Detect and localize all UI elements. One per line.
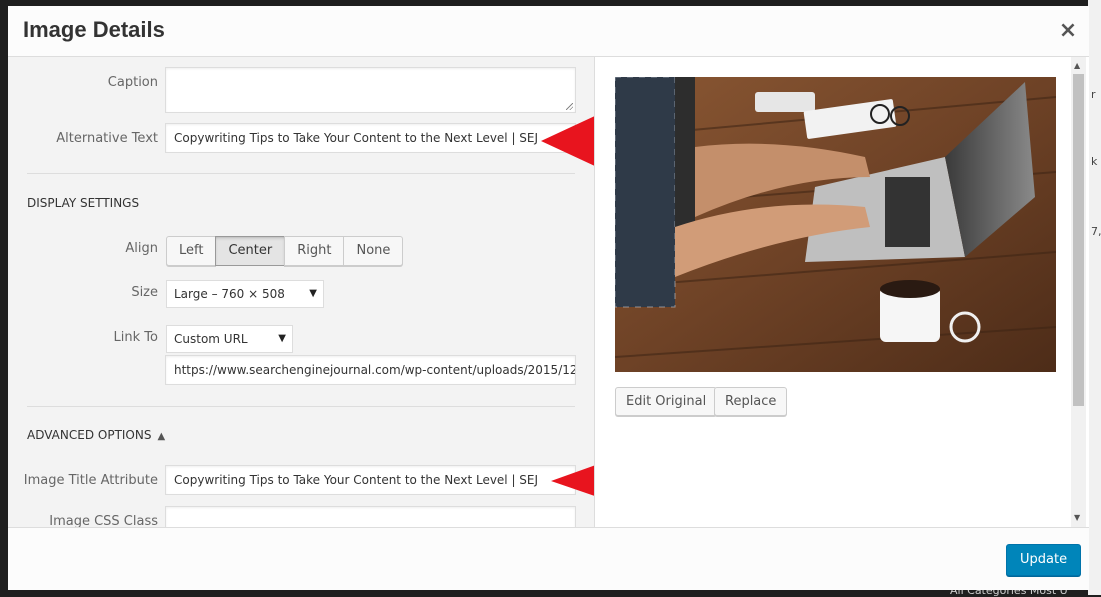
image-settings-pane: Caption Alternative Text Copywriting Tip… xyxy=(8,57,595,527)
size-select[interactable]: Large – 760 × 508 ▼ xyxy=(166,280,324,308)
link-url-input[interactable]: https://www.searchenginejournal.com/wp-c… xyxy=(165,355,576,385)
caption-label: Caption xyxy=(107,75,158,90)
background-text-fragment: r xyxy=(1091,88,1096,101)
advanced-options-toggle[interactable]: ADVANCED OPTIONS ▲ xyxy=(27,428,165,442)
image-css-class-input[interactable] xyxy=(165,506,576,527)
modal-footer: Update xyxy=(8,527,1089,590)
scrollbar-thumb[interactable] xyxy=(1073,74,1084,406)
link-to-select[interactable]: Custom URL ▼ xyxy=(166,325,293,353)
background-text-fragment: 7, xyxy=(1091,225,1101,238)
resize-grip-icon[interactable] xyxy=(566,103,573,110)
modal-title: Image Details xyxy=(23,17,165,42)
scroll-down-icon[interactable]: ▼ xyxy=(1074,513,1080,522)
update-button[interactable]: Update xyxy=(1006,544,1082,576)
background-page-edge: r k 7, xyxy=(1088,0,1101,595)
background-text-fragment: k xyxy=(1091,155,1098,168)
advanced-options-heading: ADVANCED OPTIONS xyxy=(27,428,152,442)
alt-text-label: Alternative Text xyxy=(56,131,158,146)
display-settings-heading: DISPLAY SETTINGS xyxy=(27,196,140,210)
divider xyxy=(27,406,575,407)
align-left-button[interactable]: Left xyxy=(166,236,217,266)
image-preview-pane: Edit Original Replace ▲ ▼ xyxy=(595,57,1089,527)
size-select-value: Large – 760 × 508 xyxy=(174,287,285,301)
image-title-attribute-label: Image Title Attribute xyxy=(23,473,158,488)
caret-up-icon: ▲ xyxy=(157,431,166,442)
modal-header: Image Details × xyxy=(8,6,1089,57)
close-icon[interactable]: × xyxy=(1048,16,1088,46)
caption-textarea[interactable] xyxy=(165,67,576,113)
red-arrow-icon xyxy=(541,116,594,166)
image-title-attribute-input[interactable]: Copywriting Tips to Take Your Content to… xyxy=(165,465,576,495)
align-button-group: Left Center Right None xyxy=(166,236,404,266)
align-center-button[interactable]: Center xyxy=(215,236,286,266)
link-to-select-value: Custom URL xyxy=(174,332,248,346)
align-right-button[interactable]: Right xyxy=(284,236,345,266)
divider xyxy=(27,173,575,174)
dropdown-caret-icon: ▼ xyxy=(309,288,317,299)
red-arrow-icon xyxy=(551,465,594,496)
align-label: Align xyxy=(125,241,158,256)
alt-text-input[interactable]: Copywriting Tips to Take Your Content to… xyxy=(165,123,576,153)
edit-original-button[interactable]: Edit Original xyxy=(615,387,718,416)
size-label: Size xyxy=(131,285,158,300)
scroll-up-icon[interactable]: ▲ xyxy=(1074,61,1080,70)
scrollbar[interactable]: ▲ ▼ xyxy=(1071,57,1086,527)
align-none-button[interactable]: None xyxy=(343,236,404,266)
image-preview xyxy=(615,77,1056,372)
image-css-class-label: Image CSS Class xyxy=(49,514,158,527)
image-details-modal: Image Details × Caption Alternative Text… xyxy=(8,6,1089,590)
dropdown-caret-icon: ▼ xyxy=(278,333,286,344)
replace-button[interactable]: Replace xyxy=(714,387,788,416)
link-to-label: Link To xyxy=(113,330,158,345)
